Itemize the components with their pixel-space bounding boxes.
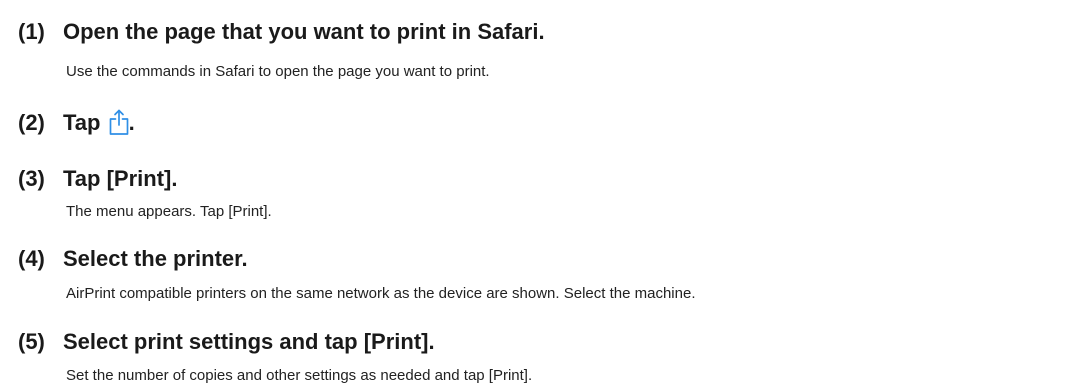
step-title: Select print settings and tap [Print].: [63, 329, 435, 354]
step-description: The menu appears. Tap [Print].: [66, 203, 272, 220]
step-title: Open the page that you want to print in …: [63, 19, 545, 44]
step-number: (1): [18, 19, 45, 44]
step-number: (3): [18, 166, 45, 191]
step-number: (5): [18, 329, 45, 354]
step-number: (4): [18, 246, 45, 271]
step-heading: (5) Select print settings and tap [Print]…: [18, 331, 435, 353]
step-description: Use the commands in Safari to open the p…: [66, 63, 490, 80]
share-icon: [109, 109, 129, 135]
step-title: Tap: [63, 110, 101, 135]
step-description: AirPrint compatible printers on the same…: [66, 285, 696, 302]
step-heading: (2) Tap .: [18, 109, 135, 135]
step-title: Select the printer.: [63, 246, 248, 271]
step-description: Set the number of copies and other setti…: [66, 367, 533, 384]
step-heading: (3) Tap [Print].: [18, 168, 177, 190]
step-title-suffix: .: [128, 110, 135, 135]
step-heading: (4) Select the printer.: [18, 248, 248, 270]
step-heading: (1) Open the page that you want to print …: [18, 21, 545, 43]
step-number: (2): [18, 110, 45, 135]
step-title: Tap [Print].: [63, 166, 178, 191]
